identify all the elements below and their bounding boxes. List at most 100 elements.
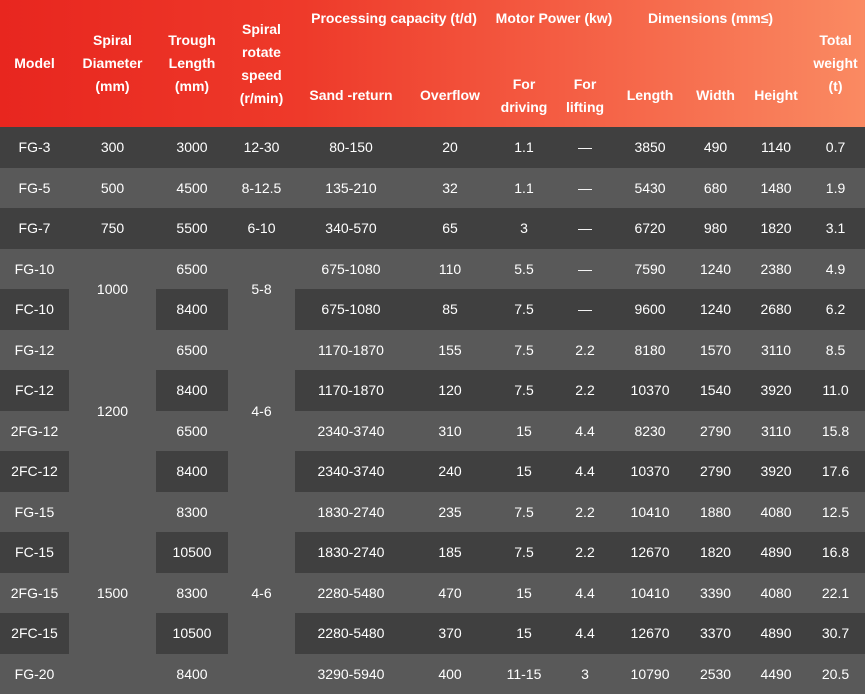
- cell-length: 10790: [615, 654, 685, 694]
- header-spiral-speed: Spiral rotate speed (r/min): [228, 0, 295, 127]
- cell-length: 3850: [615, 127, 685, 168]
- header-overflow: Overflow: [407, 64, 493, 127]
- header-dimensions-label: Dimensions (mm≤): [615, 7, 806, 30]
- cell-spiral-diameter: 300: [69, 127, 156, 168]
- cell-trough-length: 5500: [156, 208, 228, 249]
- cell-model: FG-5: [0, 168, 69, 209]
- cell-width: 490: [685, 127, 746, 168]
- table-row: FG-12 1200 6500 4-6 1170-1870 155 7.5 2.…: [0, 330, 865, 371]
- cell-sand-return: 340-570: [295, 208, 407, 249]
- cell-for-driving: 7.5: [493, 330, 555, 371]
- cell-height: 1480: [746, 168, 806, 209]
- cell-for-driving: 7.5: [493, 492, 555, 533]
- cell-overflow: 240: [407, 451, 493, 492]
- cell-total-weight: 4.9: [806, 249, 865, 290]
- cell-height: 1140: [746, 127, 806, 168]
- cell-width: 1820: [685, 532, 746, 573]
- cell-sand-return: 135-210: [295, 168, 407, 209]
- cell-trough-length: 6500: [156, 411, 228, 452]
- cell-for-driving: 15: [493, 411, 555, 452]
- cell-length: 12670: [615, 532, 685, 573]
- header-total-weight: Total weight (t): [806, 0, 865, 127]
- header-dimensions: Dimensions (mm≤): [615, 0, 806, 64]
- cell-overflow: 185: [407, 532, 493, 573]
- cell-width: 1540: [685, 370, 746, 411]
- table-row: FG-3 300 3000 12-30 80-150 20 1.1 — 3850…: [0, 127, 865, 168]
- cell-overflow: 20: [407, 127, 493, 168]
- header-width: Width: [685, 64, 746, 127]
- table-row: FG-5 500 4500 8-12.5 135-210 32 1.1 — 54…: [0, 168, 865, 209]
- header-for-lifting: For lifting: [555, 64, 615, 127]
- table-row: FG-15 1500 8300 4-6 1830-2740 235 7.5 2.…: [0, 492, 865, 533]
- cell-spiral-speed: 12-30: [228, 127, 295, 168]
- cell-total-weight: 0.7: [806, 127, 865, 168]
- cell-trough-length: 3000: [156, 127, 228, 168]
- cell-width: 3390: [685, 573, 746, 614]
- cell-for-driving: 11-15: [493, 654, 555, 694]
- cell-spiral-speed-merged: 5-8: [228, 249, 295, 330]
- cell-for-lifting: 4.4: [555, 411, 615, 452]
- cell-for-lifting: —: [555, 168, 615, 209]
- cell-spiral-diameter-merged: 1000: [69, 249, 156, 330]
- cell-for-lifting: 2.2: [555, 330, 615, 371]
- cell-model: 2FC-12: [0, 451, 69, 492]
- cell-overflow: 65: [407, 208, 493, 249]
- cell-for-driving: 1.1: [493, 127, 555, 168]
- cell-spiral-speed: 8-12.5: [228, 168, 295, 209]
- cell-width: 2530: [685, 654, 746, 694]
- cell-height: 2380: [746, 249, 806, 290]
- cell-height: 2680: [746, 289, 806, 330]
- cell-for-lifting: 2.2: [555, 532, 615, 573]
- cell-length: 10370: [615, 370, 685, 411]
- cell-for-driving: 1.1: [493, 168, 555, 209]
- cell-total-weight: 11.0: [806, 370, 865, 411]
- header-motor-power-label: Motor Power (kw): [493, 7, 615, 30]
- cell-for-lifting: —: [555, 249, 615, 290]
- cell-spiral-diameter-merged: 1200: [69, 330, 156, 492]
- cell-for-driving: 7.5: [493, 370, 555, 411]
- header-trough-length: Trough Length (mm): [156, 0, 228, 127]
- header-processing-capacity-label: Processing capacity (t/d): [295, 7, 493, 30]
- cell-width: 3370: [685, 613, 746, 654]
- cell-spiral-speed-merged: 4-6: [228, 492, 295, 694]
- cell-height: 4490: [746, 654, 806, 694]
- cell-total-weight: 12.5: [806, 492, 865, 533]
- cell-width: 2790: [685, 451, 746, 492]
- cell-model: 2FC-15: [0, 613, 69, 654]
- cell-for-lifting: —: [555, 127, 615, 168]
- cell-total-weight: 22.1: [806, 573, 865, 614]
- cell-trough-length: 4500: [156, 168, 228, 209]
- cell-trough-length: 8300: [156, 573, 228, 614]
- cell-height: 3920: [746, 370, 806, 411]
- cell-length: 8230: [615, 411, 685, 452]
- cell-height: 4080: [746, 573, 806, 614]
- cell-model: FC-12: [0, 370, 69, 411]
- cell-sand-return: 1830-2740: [295, 532, 407, 573]
- cell-model: FG-15: [0, 492, 69, 533]
- cell-spiral-diameter: 500: [69, 168, 156, 209]
- cell-spiral-diameter-merged: 1500: [69, 492, 156, 694]
- cell-total-weight: 30.7: [806, 613, 865, 654]
- cell-overflow: 470: [407, 573, 493, 614]
- cell-height: 3920: [746, 451, 806, 492]
- cell-overflow: 310: [407, 411, 493, 452]
- cell-for-driving: 3: [493, 208, 555, 249]
- cell-for-driving: 15: [493, 613, 555, 654]
- cell-total-weight: 17.6: [806, 451, 865, 492]
- header-motor-power: Motor Power (kw): [493, 0, 615, 64]
- cell-overflow: 400: [407, 654, 493, 694]
- cell-total-weight: 1.9: [806, 168, 865, 209]
- cell-sand-return: 3290-5940: [295, 654, 407, 694]
- table-header: Model Spiral Diameter (mm) Trough Length…: [0, 0, 865, 127]
- cell-height: 4890: [746, 613, 806, 654]
- cell-height: 4890: [746, 532, 806, 573]
- cell-for-driving: 7.5: [493, 532, 555, 573]
- header-height: Height: [746, 64, 806, 127]
- cell-width: 1240: [685, 249, 746, 290]
- header-length: Length: [615, 64, 685, 127]
- cell-overflow: 155: [407, 330, 493, 371]
- cell-width: 980: [685, 208, 746, 249]
- cell-length: 9600: [615, 289, 685, 330]
- cell-for-driving: 5.5: [493, 249, 555, 290]
- cell-for-lifting: 3: [555, 654, 615, 694]
